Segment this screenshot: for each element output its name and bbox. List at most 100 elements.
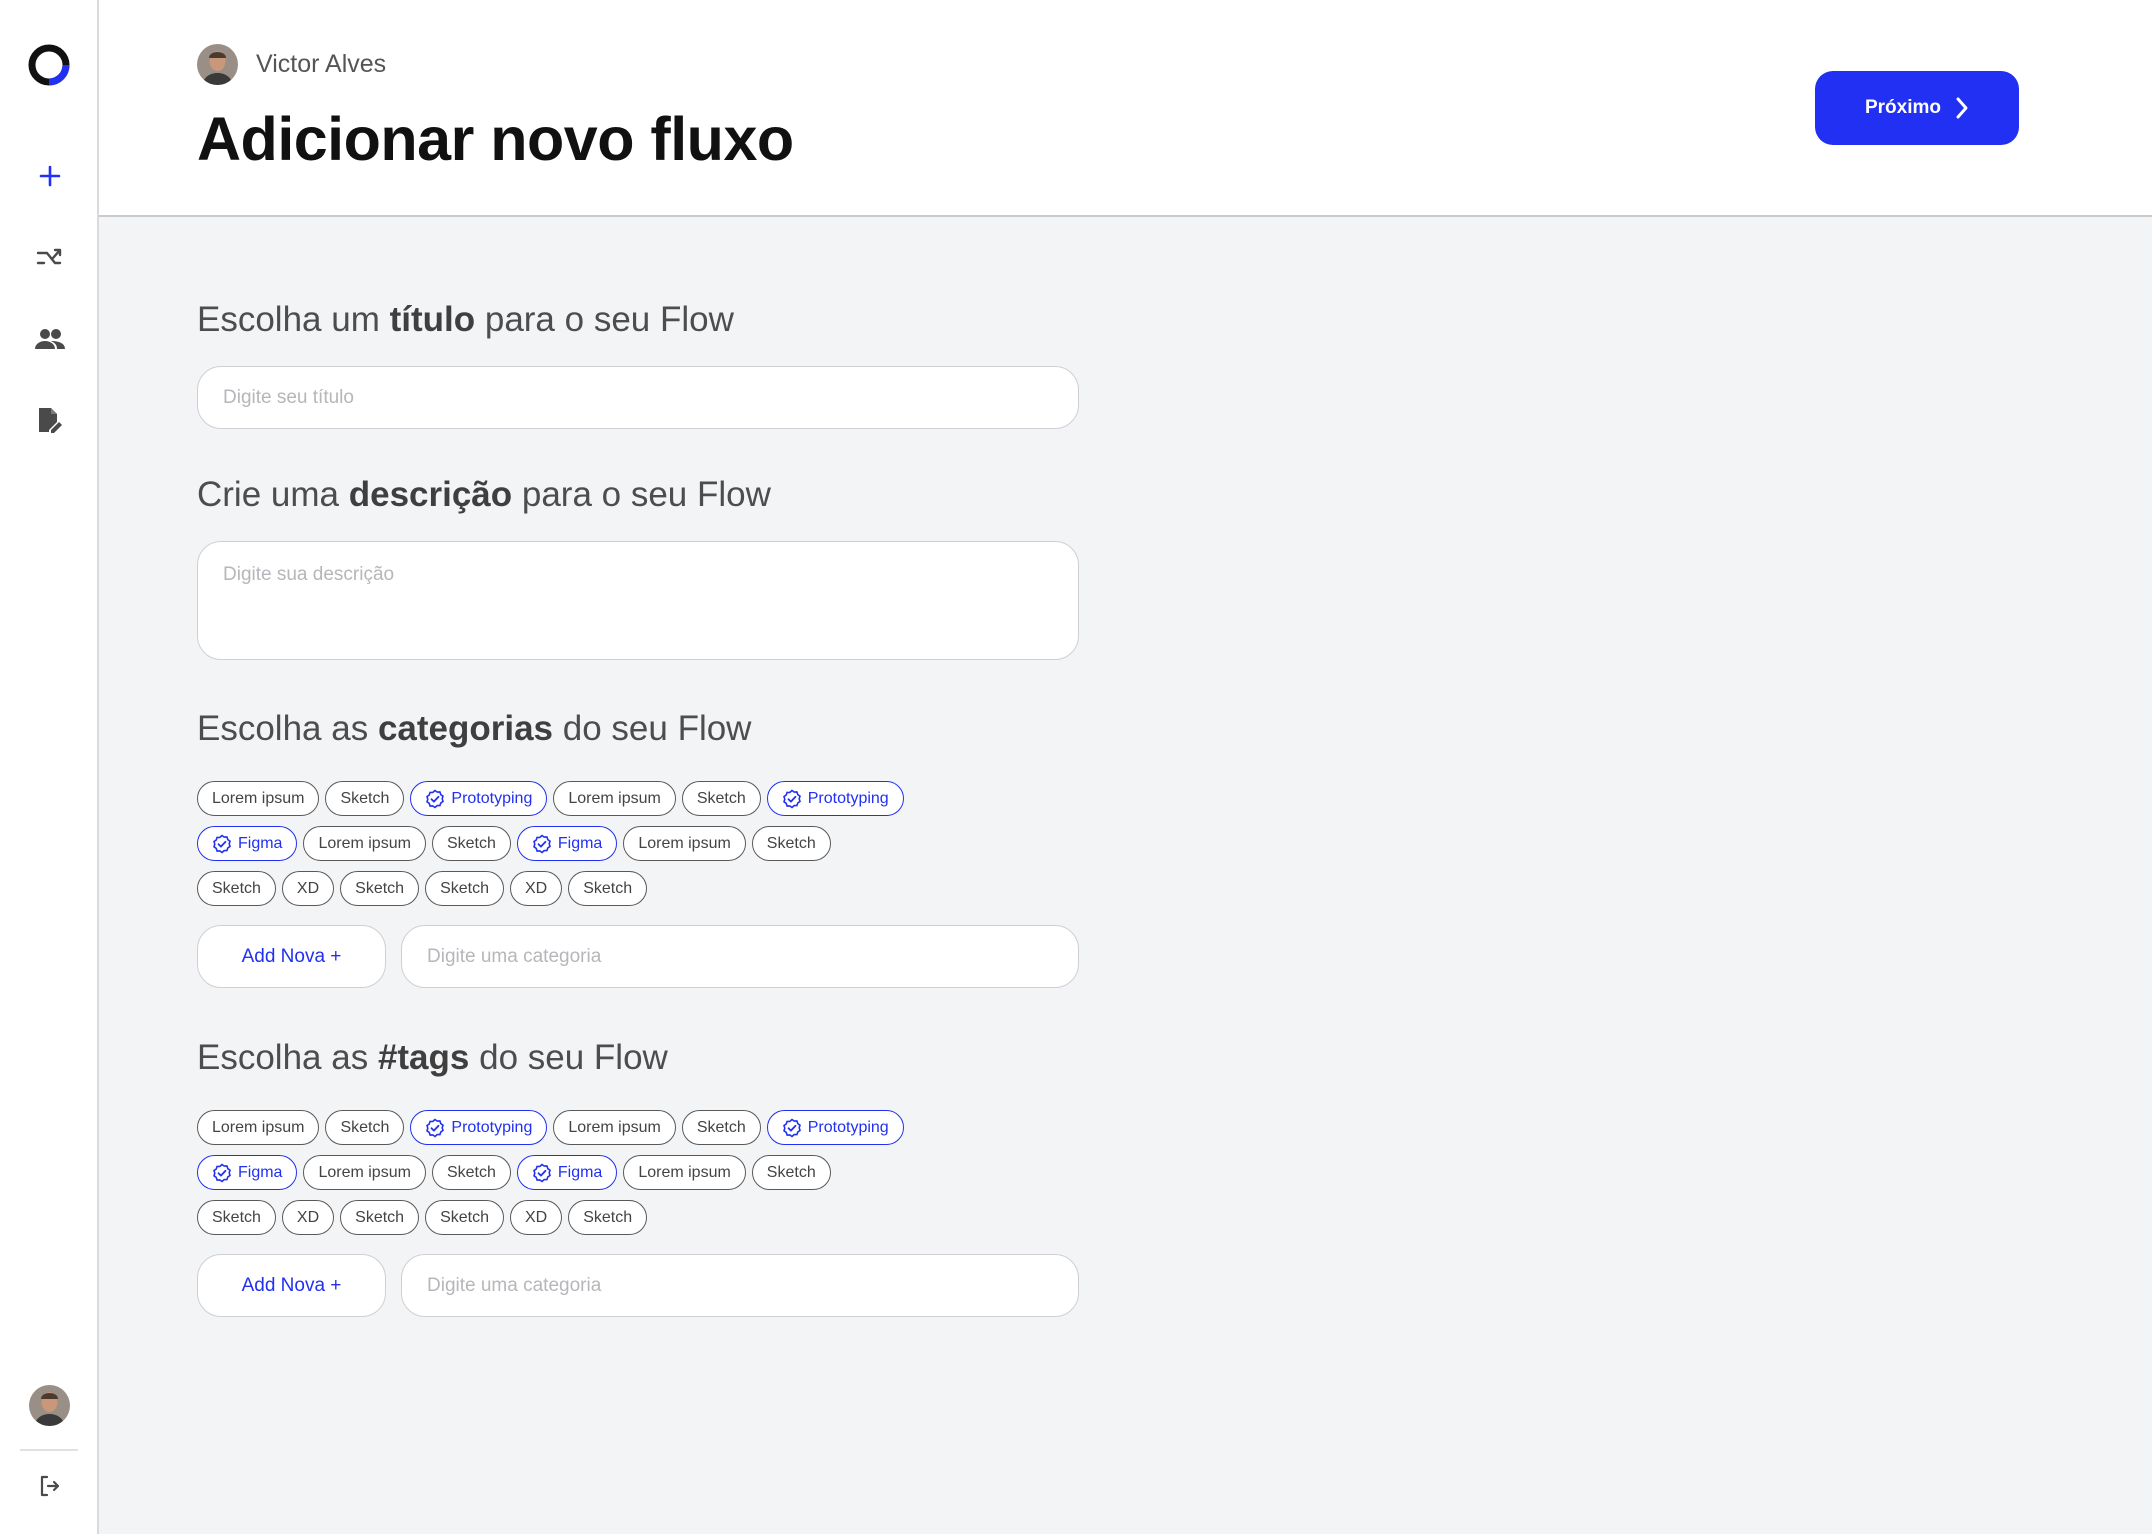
chip-label: Figma — [557, 834, 603, 852]
tag-chip-row: Lorem ipsum Sketch Prototyping Lorem ipsum S… — [197, 1110, 904, 1145]
chip-label: Sketch — [212, 1208, 261, 1226]
chip-label: Sketch — [355, 1208, 405, 1226]
chip-figma[interactable]: Figma — [516, 826, 618, 861]
next-button[interactable]: Próximo — [1815, 71, 2019, 145]
check-badge-icon — [426, 1117, 445, 1138]
check-badge-icon — [532, 833, 551, 854]
tag-chip-row: Sketch XD Sketch Sketch XD Sketch — [197, 1200, 648, 1235]
chip-prototyping[interactable]: Prototyping — [766, 781, 904, 816]
chip-xd[interactable]: XD — [281, 871, 335, 906]
check-badge-icon — [426, 788, 445, 809]
chip-figma[interactable]: Figma — [516, 1155, 618, 1190]
header: Victor Alves Adicionar novo fluxo Próxim… — [99, 0, 2152, 217]
chip-lorem-ipsum[interactable]: Lorem ipsum — [553, 1110, 676, 1145]
chip-xd[interactable]: XD — [281, 1200, 335, 1235]
chip-figma[interactable]: Figma — [197, 826, 298, 861]
description-input[interactable] — [197, 541, 1079, 660]
chip-prototyping[interactable]: Prototyping — [766, 1110, 904, 1145]
chip-label: Sketch — [583, 879, 633, 897]
sidebar-divider — [20, 1449, 78, 1451]
chip-lorem-ipsum[interactable]: Lorem ipsum — [553, 781, 676, 816]
category-chip-row: Figma Lorem ipsum Sketch Figma Lorem ipsum Sk… — [197, 826, 831, 861]
check-badge-icon — [782, 788, 801, 809]
title-section-heading: Escolha um título para o seu Flow — [197, 300, 734, 339]
chip-label: XD — [525, 1208, 548, 1226]
add-tag-button[interactable]: Add Nova + — [197, 1254, 386, 1317]
chevron-right-icon — [1956, 97, 1968, 119]
chip-lorem-ipsum[interactable]: Lorem ipsum — [197, 1110, 320, 1145]
chip-sketch[interactable]: Sketch — [425, 871, 504, 906]
tags-section-heading: Escolha as #tags do seu Flow — [197, 1038, 668, 1077]
chip-label: Lorem ipsum — [212, 1118, 305, 1136]
chip-label: Lorem ipsum — [568, 1118, 661, 1136]
chip-xd[interactable]: XD — [510, 871, 563, 906]
page-title: Adicionar novo fluxo — [197, 105, 794, 173]
logo-icon[interactable] — [26, 42, 72, 88]
chip-label: Sketch — [696, 1118, 746, 1136]
logout-icon[interactable] — [30, 1466, 70, 1506]
chip-prototyping[interactable]: Prototyping — [410, 781, 548, 816]
chip-lorem-ipsum[interactable]: Lorem ipsum — [197, 781, 320, 816]
chip-sketch[interactable]: Sketch — [197, 1200, 276, 1235]
chip-sketch[interactable]: Sketch — [340, 1200, 420, 1235]
chip-sketch[interactable]: Sketch — [325, 781, 405, 816]
chip-label: Sketch — [583, 1208, 633, 1226]
chip-label: Sketch — [355, 879, 405, 897]
chip-sketch[interactable]: Sketch — [568, 871, 648, 906]
chip-label: Sketch — [446, 834, 496, 852]
chip-label: XD — [296, 1208, 320, 1226]
chip-label: Prototyping — [807, 1118, 889, 1136]
chip-lorem-ipsum[interactable]: Lorem ipsum — [623, 1155, 746, 1190]
chip-label: XD — [525, 879, 548, 897]
chip-prototyping[interactable]: Prototyping — [410, 1110, 548, 1145]
chip-sketch[interactable]: Sketch — [568, 1200, 648, 1235]
chip-sketch[interactable]: Sketch — [681, 781, 761, 816]
chip-lorem-ipsum[interactable]: Lorem ipsum — [303, 826, 426, 861]
avatar[interactable] — [29, 1385, 70, 1426]
next-button-label: Próximo — [1864, 97, 1942, 118]
category-chip-row: Sketch XD Sketch Sketch XD Sketch — [197, 871, 648, 906]
chip-label: Lorem ipsum — [318, 1163, 411, 1181]
chip-sketch[interactable]: Sketch — [340, 871, 420, 906]
chip-label: Sketch — [440, 1208, 489, 1226]
category-chip-row: Lorem ipsum Sketch Prototyping Lorem ipsum S… — [197, 781, 904, 816]
description-section-heading: Crie uma descrição para o seu Flow — [197, 475, 771, 514]
user-avatar — [197, 44, 238, 85]
chip-label: Figma — [238, 834, 283, 852]
user-name: Victor Alves — [256, 50, 387, 78]
chip-label: Sketch — [696, 789, 746, 807]
chip-label: Sketch — [766, 1163, 816, 1181]
chip-figma[interactable]: Figma — [197, 1155, 298, 1190]
check-badge-icon — [782, 1117, 801, 1138]
chip-sketch[interactable]: Sketch — [751, 826, 831, 861]
add-category-button[interactable]: Add Nova + — [197, 925, 386, 988]
chip-sketch[interactable]: Sketch — [431, 826, 511, 861]
chip-label: Prototyping — [807, 789, 889, 807]
people-icon[interactable] — [30, 319, 70, 359]
chip-lorem-ipsum[interactable]: Lorem ipsum — [623, 826, 746, 861]
chip-label: Lorem ipsum — [568, 789, 661, 807]
chip-xd[interactable]: XD — [510, 1200, 563, 1235]
flow-icon[interactable] — [30, 237, 70, 277]
check-badge-icon — [213, 1162, 231, 1183]
chip-label: Prototyping — [451, 789, 533, 807]
chip-sketch[interactable]: Sketch — [681, 1110, 761, 1145]
tag-input[interactable] — [401, 1254, 1079, 1317]
chip-label: Figma — [557, 1163, 603, 1181]
chip-sketch[interactable]: Sketch — [197, 871, 276, 906]
category-input[interactable] — [401, 925, 1079, 988]
chip-label: Lorem ipsum — [638, 1163, 731, 1181]
chip-sketch[interactable]: Sketch — [325, 1110, 405, 1145]
chip-sketch[interactable]: Sketch — [425, 1200, 504, 1235]
edit-document-icon[interactable] — [30, 400, 70, 440]
chip-label: Sketch — [340, 789, 390, 807]
chip-lorem-ipsum[interactable]: Lorem ipsum — [303, 1155, 426, 1190]
chip-sketch[interactable]: Sketch — [751, 1155, 831, 1190]
tag-chip-row: Figma Lorem ipsum Sketch Figma Lorem ipsum Sk… — [197, 1155, 831, 1190]
plus-icon[interactable] — [30, 156, 70, 196]
title-input[interactable] — [197, 366, 1079, 429]
check-badge-icon — [213, 833, 231, 854]
chip-sketch[interactable]: Sketch — [431, 1155, 511, 1190]
chip-label: XD — [296, 879, 320, 897]
chip-label: Lorem ipsum — [638, 834, 731, 852]
